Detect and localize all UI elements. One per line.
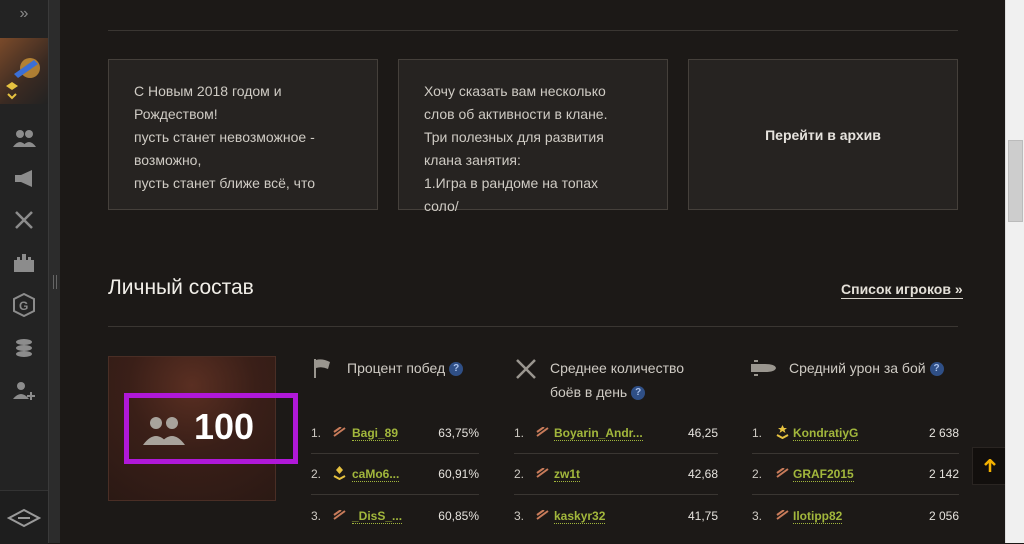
rank-insignia-icon <box>333 466 346 480</box>
wot-logo-icon[interactable] <box>0 490 48 544</box>
stat-value: 46,25 <box>687 426 718 440</box>
list-item: 2. GRAF2015 2 142 <box>752 461 959 489</box>
rank-number: 2. <box>311 467 322 481</box>
list-item: 3. kaskyr32 41,75 <box>514 503 718 531</box>
battles-per-day-title-line1: Среднее количество <box>550 360 685 376</box>
news-card[interactable]: Хочу сказать вам несколько слов об актив… <box>398 59 668 214</box>
main-content: С Новым 2018 годом и Рождеством! пусть с… <box>60 0 1006 543</box>
rank-number: 3. <box>514 509 525 523</box>
help-icon[interactable]: ? <box>631 386 646 401</box>
list-item: 3. Ilotipp82 2 056 <box>752 503 959 531</box>
help-icon[interactable]: ? <box>449 362 464 377</box>
shell-icon <box>751 360 776 376</box>
list-item: 3. _DisS_... 60,85% <box>311 503 479 531</box>
news-text: С Новым 2018 годом и Рождеством! пусть с… <box>134 83 316 191</box>
player-name-link[interactable]: Boyarin_Andr... <box>554 426 643 441</box>
battles-per-day-title-line2: боёв в день <box>550 384 628 400</box>
player-name-link[interactable]: Bagi_89 <box>352 426 399 441</box>
stat-value: 2 142 <box>928 467 959 481</box>
rank-number: 3. <box>311 509 322 523</box>
crossed-swords-icon <box>516 359 536 379</box>
stat-value: 2 056 <box>928 509 959 523</box>
rank-number: 2. <box>752 467 763 481</box>
player-name-link[interactable]: GRAF2015 <box>793 467 854 482</box>
stat-value: 42,68 <box>687 467 718 481</box>
svg-text:G: G <box>19 299 28 313</box>
rank-insignia-icon <box>536 510 549 520</box>
stat-value: 41,75 <box>687 509 718 523</box>
avg-damage-title: Средний урон за бой <box>789 360 926 376</box>
page-scrollbar[interactable] <box>1005 0 1024 543</box>
rank-number: 1. <box>752 426 763 440</box>
list-item: 1. KondratiyG 2 638 <box>752 420 959 448</box>
player-name-link[interactable]: _DisS_... <box>352 509 403 524</box>
stat-value: 60,85% <box>438 509 479 523</box>
stat-value: 2 638 <box>928 426 959 440</box>
player-name-link[interactable]: KondratiyG <box>793 426 859 441</box>
rank-number: 2. <box>514 467 525 481</box>
clan-emblem[interactable] <box>0 38 48 104</box>
rank-insignia-icon <box>776 425 789 439</box>
rank-number: 1. <box>311 426 322 440</box>
expand-sidebar-button[interactable]: » <box>0 0 48 30</box>
archive-button[interactable]: Перейти в архив <box>688 59 958 210</box>
section-title: Личный состав <box>108 276 254 299</box>
list-item: 2. zw1t 42,68 <box>514 461 718 489</box>
list-item: 1. Boyarin_Andr... 46,25 <box>514 420 718 448</box>
add-member-icon[interactable] <box>0 373 48 409</box>
sidebar: » G <box>0 0 49 544</box>
rank-number: 3. <box>752 509 763 523</box>
top-divider <box>108 30 958 31</box>
rank-insignia-icon <box>333 427 346 437</box>
player-name-link[interactable]: caMo6... <box>352 467 400 482</box>
player-name-link[interactable]: Ilotipp82 <box>793 509 843 524</box>
rank-number: 1. <box>514 426 525 440</box>
selection-highlight <box>124 393 298 464</box>
player-name-link[interactable]: kaskyr32 <box>554 509 606 524</box>
arrow-up-icon <box>984 459 996 472</box>
section-divider <box>108 326 958 327</box>
rank-insignia-icon <box>536 427 549 437</box>
global-map-icon[interactable]: G <box>0 287 48 323</box>
stat-value: 60,91% <box>438 467 479 481</box>
megaphone-icon[interactable] <box>0 160 48 196</box>
scroll-to-top-button[interactable] <box>972 447 1008 485</box>
news-card[interactable]: С Новым 2018 годом и Рождеством! пусть с… <box>108 59 378 210</box>
list-item: 2. caMo6... 60,91% <box>311 461 479 489</box>
rank-insignia-icon <box>536 468 549 478</box>
win-rate-title: Процент побед <box>347 360 446 376</box>
rank-insignia-icon <box>776 510 789 520</box>
stat-value: 63,75% <box>438 426 479 440</box>
fortress-icon[interactable] <box>0 244 48 280</box>
rank-insignia-icon <box>776 468 789 478</box>
player-name-link[interactable]: zw1t <box>554 467 581 482</box>
players-list-link[interactable]: Список игроков » <box>841 281 963 299</box>
news-text: Хочу сказать вам несколько слов об актив… <box>424 83 608 214</box>
flag-icon <box>314 359 330 378</box>
crossed-swords-icon[interactable] <box>0 202 48 238</box>
scrollbar-thumb[interactable] <box>1008 140 1023 222</box>
help-icon[interactable]: ? <box>929 362 944 377</box>
coins-icon[interactable] <box>0 330 48 366</box>
list-item: 1. Bagi_89 63,75% <box>311 420 479 448</box>
rank-insignia-icon <box>333 510 346 520</box>
members-icon[interactable] <box>0 120 48 156</box>
